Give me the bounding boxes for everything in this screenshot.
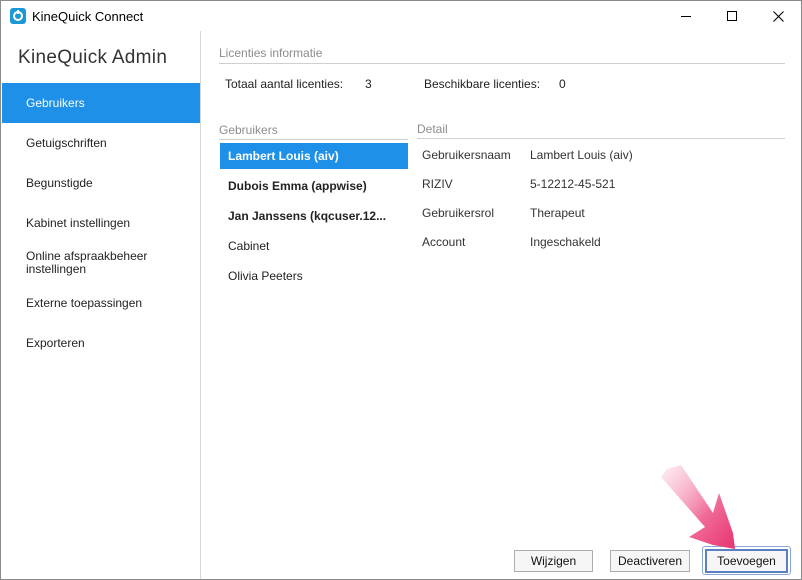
licenses-divider xyxy=(219,63,785,64)
user-item-cabinet[interactable]: Cabinet xyxy=(220,233,408,259)
available-licenses-value: 0 xyxy=(559,77,566,91)
total-licenses-label: Totaal aantal licenties: xyxy=(225,77,344,91)
sidebar-item-kabinet-instellingen[interactable]: Kabinet instellingen xyxy=(2,203,200,243)
detail-label-account: Account xyxy=(422,235,466,249)
users-divider xyxy=(219,139,408,140)
detail-divider xyxy=(417,138,785,139)
sidebar-item-begunstigde[interactable]: Begunstigde xyxy=(2,163,200,203)
maximize-icon xyxy=(727,11,737,21)
sidebar: KineQuick Admin Gebruikers Getuigschrift… xyxy=(1,31,201,579)
pointer-arrow-icon xyxy=(661,465,735,549)
minimize-button[interactable] xyxy=(663,1,709,31)
minimize-icon xyxy=(681,16,691,17)
sidebar-item-getuigschriften[interactable]: Getuigschriften xyxy=(2,123,200,163)
sidebar-item-exporteren[interactable]: Exporteren xyxy=(2,323,200,363)
total-licenses-value: 3 xyxy=(365,77,372,91)
detail-value-riziv: 5-12212-45-521 xyxy=(530,177,616,191)
available-licenses-label: Beschikbare licenties: xyxy=(424,77,541,91)
user-item-dubois-emma[interactable]: Dubois Emma (appwise) xyxy=(220,173,408,199)
user-item-jan-janssens[interactable]: Jan Janssens (kqcuser.12... xyxy=(220,203,408,229)
detail-value-gebruikersrol: Therapeut xyxy=(530,206,585,220)
title-bar[interactable]: KineQuick Connect xyxy=(1,1,801,31)
detail-label-gebruikersrol: Gebruikersrol xyxy=(422,206,495,220)
detail-header: Detail xyxy=(417,122,448,136)
edit-button[interactable]: Wijzigen xyxy=(514,550,593,572)
app-window: KineQuick Connect KineQuick Admin Gebrui… xyxy=(0,0,802,580)
licenses-header: Licenties informatie xyxy=(219,46,323,60)
sidebar-title: KineQuick Admin xyxy=(18,47,168,68)
detail-value-account: Ingeschakeld xyxy=(530,235,601,249)
user-item-lambert-louis[interactable]: Lambert Louis (aiv) xyxy=(220,143,408,169)
users-header: Gebruikers xyxy=(219,123,278,137)
window-title: KineQuick Connect xyxy=(32,9,144,24)
sidebar-item-gebruikers[interactable]: Gebruikers xyxy=(2,83,200,123)
maximize-button[interactable] xyxy=(709,1,755,31)
detail-value-gebruikersnaam: Lambert Louis (aiv) xyxy=(530,148,633,162)
close-icon xyxy=(772,10,784,22)
detail-label-riziv: RIZIV xyxy=(422,177,453,191)
detail-label-gebruikersnaam: Gebruikersnaam xyxy=(422,148,511,162)
sidebar-item-externe-toepassingen[interactable]: Externe toepassingen xyxy=(2,283,200,323)
kinequick-logo-icon xyxy=(10,8,26,24)
close-button[interactable] xyxy=(755,1,801,31)
user-item-olivia-peeters[interactable]: Olivia Peeters xyxy=(220,263,408,289)
sidebar-item-online-afspraakbeheer[interactable]: Online afspraakbeheer instellingen xyxy=(2,243,200,283)
